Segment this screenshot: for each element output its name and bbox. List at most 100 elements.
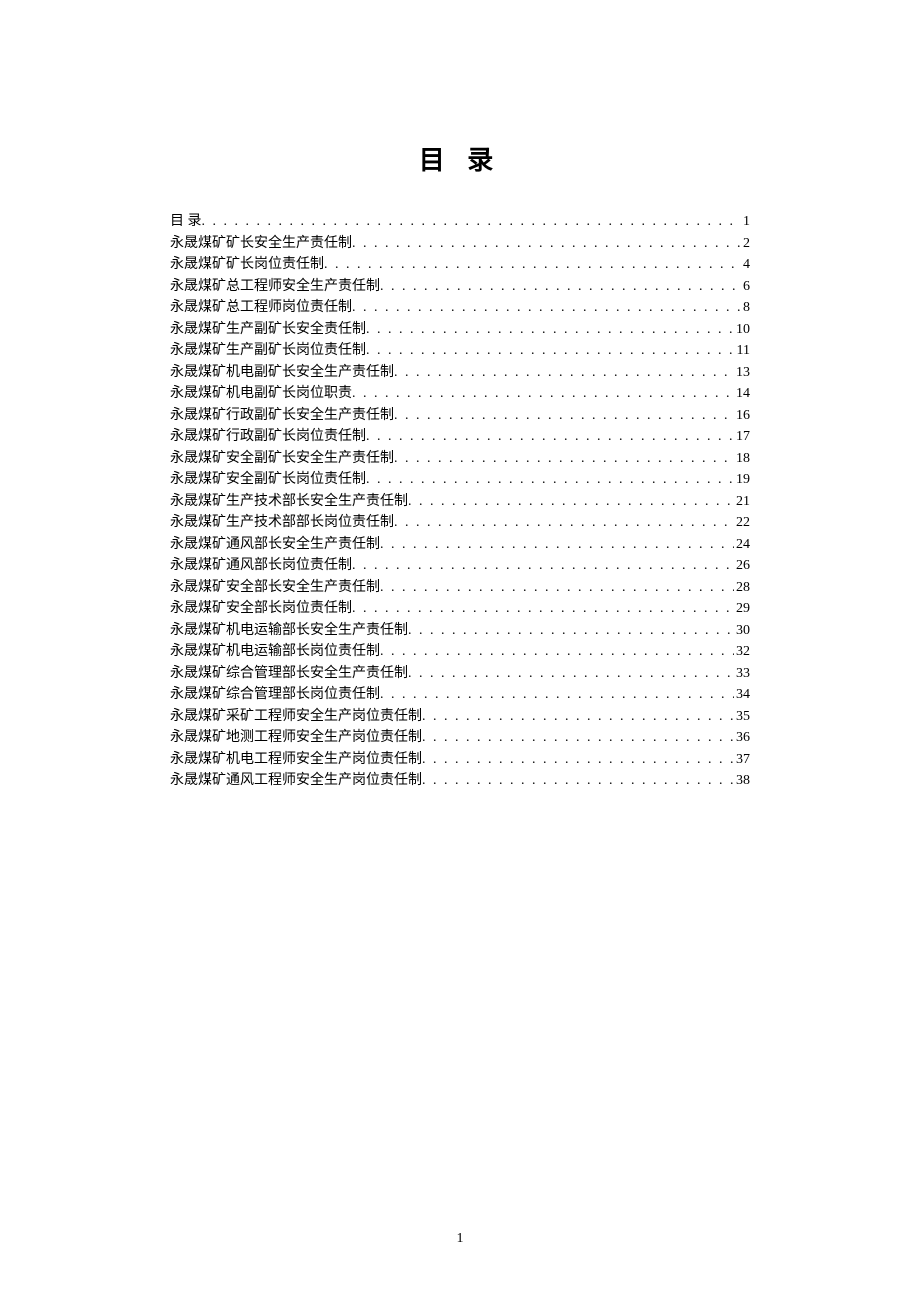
toc-page-number: 28: [734, 581, 750, 595]
toc-label: 永晟煤矿总工程师岗位责任制: [170, 301, 352, 315]
toc-row: 永晟煤矿机电副矿长岗位职责14: [170, 387, 750, 401]
toc-row: 永晟煤矿总工程师安全生产责任制 6: [170, 280, 750, 294]
toc-row: 永晟煤矿通风工程师安全生产岗位责任制 38: [170, 774, 750, 788]
toc-dots: [380, 280, 741, 294]
toc-row: 目 录1: [170, 215, 750, 229]
toc-page-number: 16: [734, 409, 750, 423]
toc-row: 永晟煤矿行政副矿长岗位责任制 17: [170, 430, 750, 444]
toc-dots: [366, 430, 734, 444]
toc-dots: [394, 409, 734, 423]
toc-label: 永晟煤矿通风工程师安全生产岗位责任制: [170, 774, 422, 788]
toc-dots: [422, 753, 734, 767]
toc-label: 永晟煤矿矿长安全生产责任制: [170, 237, 352, 251]
toc-label: 永晟煤矿通风部长岗位责任制: [170, 559, 352, 573]
toc-row: 永晟煤矿矿长安全生产责任制 2: [170, 237, 750, 251]
toc-row: 永晟煤矿生产技术部长安全生产责任制21: [170, 495, 750, 509]
toc-row: 永晟煤矿生产副矿长安全责任制10: [170, 323, 750, 337]
toc-dots: [352, 237, 741, 251]
toc-page-number: 33: [734, 667, 750, 681]
toc-label: 永晟煤矿生产技术部长安全生产责任制: [170, 495, 408, 509]
table-of-contents: 目 录1 永晟煤矿矿长安全生产责任制 2 永晟煤矿矿长岗位责任制 4 永晟煤矿总工程师安全…: [170, 215, 750, 788]
toc-page-number: 14: [734, 387, 750, 401]
toc-row: 永晟煤矿机电运输部长岗位责任制 32: [170, 645, 750, 659]
toc-row: 永晟煤矿行政副矿长安全生产责任制 16: [170, 409, 750, 423]
document-page: 目 录 目 录1 永晟煤矿矿长安全生产责任制 2 永晟煤矿矿长岗位责任制 4 永晟煤矿总工…: [0, 0, 920, 788]
toc-page-number: 4: [741, 258, 750, 272]
page-number: 1: [0, 1231, 920, 1247]
toc-row: 永晟煤矿机电工程师安全生产岗位责任制 37: [170, 753, 750, 767]
toc-page-number: 17: [734, 430, 750, 444]
toc-page-number: 10: [734, 323, 750, 337]
toc-label: 永晟煤矿安全副矿长安全生产责任制: [170, 452, 394, 466]
toc-page-number: 30: [734, 624, 750, 638]
toc-page-number: 13: [734, 366, 750, 380]
toc-label: 永晟煤矿安全副矿长岗位责任制: [170, 473, 366, 487]
toc-dots: [422, 774, 734, 788]
toc-label: 永晟煤矿安全部长岗位责任制: [170, 602, 352, 616]
toc-row: 永晟煤矿生产副矿长岗位责任制11: [170, 344, 750, 358]
toc-label: 永晟煤矿生产技术部部长岗位责任制: [170, 516, 394, 530]
toc-dots: [366, 344, 735, 358]
toc-row: 永晟煤矿安全部长岗位责任制29: [170, 602, 750, 616]
toc-page-number: 37: [734, 753, 750, 767]
toc-page-number: 34: [734, 688, 750, 702]
toc-label: 永晟煤矿矿长岗位责任制: [170, 258, 324, 272]
toc-row: 永晟煤矿采矿工程师安全生产岗位责任制 35: [170, 710, 750, 724]
toc-dots: [202, 215, 742, 229]
toc-dots: [352, 387, 734, 401]
toc-label: 永晟煤矿行政副矿长安全生产责任制: [170, 409, 394, 423]
toc-dots: [394, 452, 734, 466]
toc-dots: [380, 645, 734, 659]
toc-page-number: 22: [734, 516, 750, 530]
toc-page-number: 38: [734, 774, 750, 788]
toc-label: 永晟煤矿综合管理部长安全生产责任制: [170, 667, 408, 681]
toc-dots: [380, 538, 734, 552]
toc-label: 目 录: [170, 215, 202, 229]
toc-page-number: 8: [741, 301, 750, 315]
toc-label: 永晟煤矿安全部长安全生产责任制: [170, 581, 380, 595]
toc-label: 永晟煤矿机电副矿长安全生产责任制: [170, 366, 394, 380]
toc-page-number: 24: [734, 538, 750, 552]
toc-page-number: 36: [734, 731, 750, 745]
toc-dots: [366, 323, 734, 337]
toc-label: 永晟煤矿机电运输部长安全生产责任制: [170, 624, 408, 638]
toc-page-number: 6: [741, 280, 750, 294]
toc-row: 永晟煤矿生产技术部部长岗位责任制 22: [170, 516, 750, 530]
toc-row: 永晟煤矿综合管理部长安全生产责任制 33: [170, 667, 750, 681]
toc-dots: [408, 667, 734, 681]
toc-label: 永晟煤矿通风部长安全生产责任制: [170, 538, 380, 552]
toc-page-number: 18: [734, 452, 750, 466]
toc-label: 永晟煤矿机电运输部长岗位责任制: [170, 645, 380, 659]
toc-page-number: 2: [741, 237, 750, 251]
toc-label: 永晟煤矿机电工程师安全生产岗位责任制: [170, 753, 422, 767]
toc-dots: [408, 624, 734, 638]
toc-row: 永晟煤矿总工程师岗位责任制 8: [170, 301, 750, 315]
toc-row: 永晟煤矿安全部长安全生产责任制 28: [170, 581, 750, 595]
page-title: 目 录: [170, 140, 750, 177]
toc-dots: [366, 473, 734, 487]
toc-row: 永晟煤矿通风部长岗位责任制 26: [170, 559, 750, 573]
toc-page-number: 35: [734, 710, 750, 724]
toc-label: 永晟煤矿地测工程师安全生产岗位责任制: [170, 731, 422, 745]
toc-label: 永晟煤矿采矿工程师安全生产岗位责任制: [170, 710, 422, 724]
toc-dots: [394, 366, 734, 380]
toc-label: 永晟煤矿总工程师安全生产责任制: [170, 280, 380, 294]
toc-label: 永晟煤矿综合管理部长岗位责任制: [170, 688, 380, 702]
toc-page-number: 26: [734, 559, 750, 573]
toc-row: 永晟煤矿通风部长安全生产责任制 24: [170, 538, 750, 552]
toc-dots: [352, 559, 734, 573]
toc-label: 永晟煤矿生产副矿长岗位责任制: [170, 344, 366, 358]
toc-dots: [380, 581, 734, 595]
toc-row: 永晟煤矿矿长岗位责任制 4: [170, 258, 750, 272]
toc-dots: [352, 602, 734, 616]
toc-dots: [422, 710, 734, 724]
toc-row: 永晟煤矿安全副矿长安全生产责任制 18: [170, 452, 750, 466]
toc-dots: [408, 495, 734, 509]
toc-dots: [394, 516, 734, 530]
toc-dots: [380, 688, 734, 702]
toc-dots: [324, 258, 741, 272]
toc-label: 永晟煤矿行政副矿长岗位责任制: [170, 430, 366, 444]
toc-page-number: 19: [734, 473, 750, 487]
toc-page-number: 32: [734, 645, 750, 659]
toc-row: 永晟煤矿综合管理部长岗位责任制 34: [170, 688, 750, 702]
